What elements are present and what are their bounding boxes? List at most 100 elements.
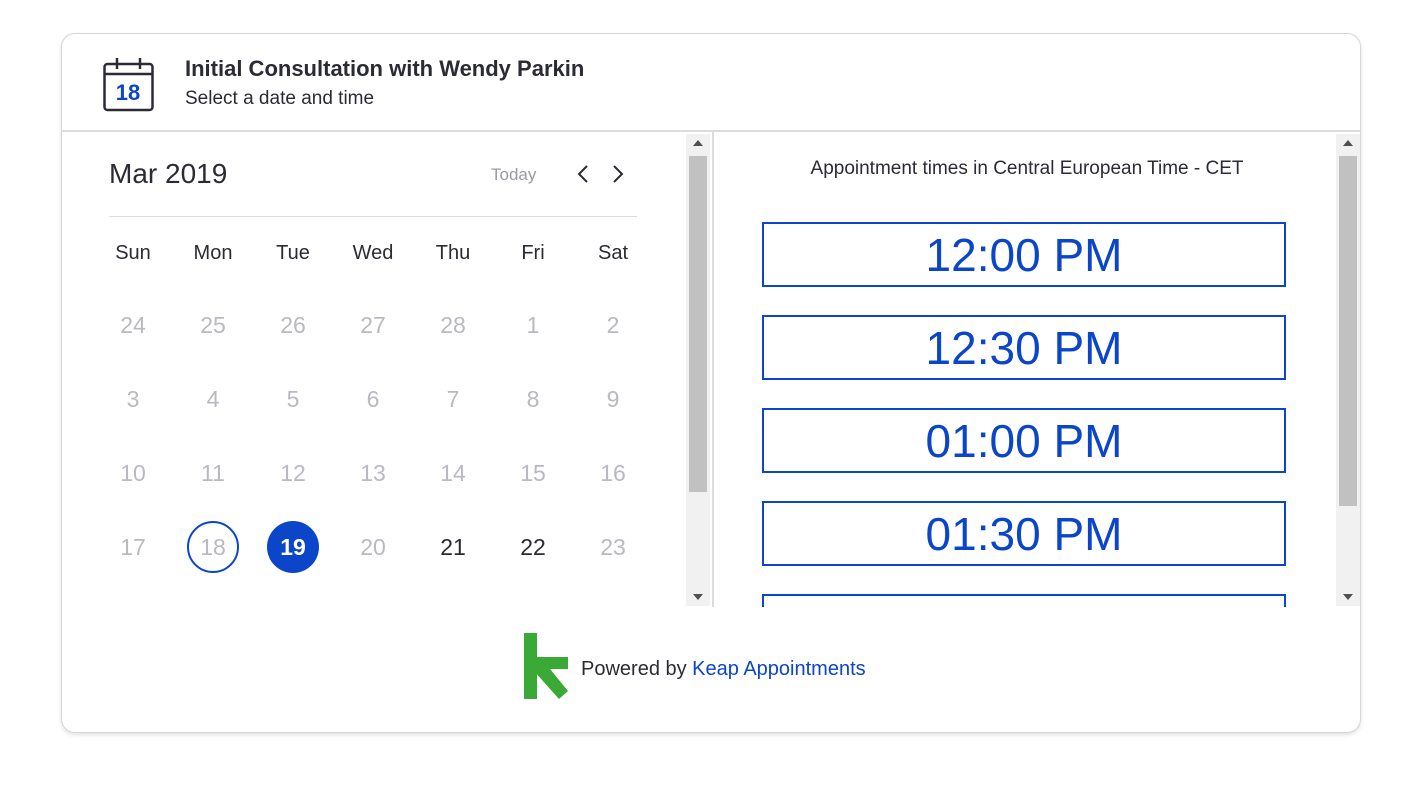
times-pane: Appointment times in Central European Ti… bbox=[712, 132, 1360, 607]
calendar-grid: 24 25 26 27 28 1 2 3 4 5 6 7 8 9 10 11 12 13 14 15 16 17 18 19 2… bbox=[93, 298, 653, 594]
calendar-day-number: 5 bbox=[286, 385, 300, 412]
calendar-pane: Mar 2019 Today Sun Mon Tue Wed Thu Fri Sat 24 2… bbox=[62, 132, 710, 607]
calendar-day: 13 bbox=[333, 446, 413, 500]
calendar-day-number: 3 bbox=[126, 385, 140, 412]
calendar-day-number: 12 bbox=[280, 459, 306, 486]
time-slot-button[interactable]: 01:30 PM bbox=[762, 501, 1286, 566]
calendar-day: 1 bbox=[493, 298, 573, 352]
calendar-day: 28 bbox=[413, 298, 493, 352]
time-slot-button[interactable]: 12:00 PM bbox=[762, 222, 1286, 287]
weekday-header-row: Sun Mon Tue Wed Thu Fri Sat bbox=[93, 242, 653, 265]
weekday-label: Sun bbox=[115, 242, 151, 264]
calendar-day-number: 28 bbox=[440, 311, 466, 338]
calendar-day-number: 22 bbox=[520, 533, 546, 560]
calendar-day-number: 4 bbox=[206, 385, 220, 412]
calendar-day: 16 bbox=[573, 446, 653, 500]
calendar-day: 27 bbox=[333, 298, 413, 352]
booking-header: 18 Initial Consultation with Wendy Parki… bbox=[62, 34, 1360, 132]
weekday-label: Wed bbox=[352, 242, 394, 264]
footer: Powered by Keap Appointments bbox=[62, 607, 1360, 732]
calendar-week-row: 10 11 12 13 14 15 16 bbox=[93, 446, 653, 520]
calendar-day: 14 bbox=[413, 446, 493, 500]
calendar-day: 5 bbox=[253, 372, 333, 426]
calendar-day: 6 bbox=[333, 372, 413, 426]
prev-month-button[interactable] bbox=[573, 160, 593, 188]
calendar-day-number: 9 bbox=[606, 385, 620, 412]
calendar-day: 24 bbox=[93, 298, 173, 352]
calendar-week-row: 17 18 19 20 21 22 23 bbox=[93, 520, 653, 594]
keap-logo-icon bbox=[524, 633, 570, 701]
chevron-right-icon bbox=[613, 165, 624, 183]
time-slot-list: Appointment times in Central European Ti… bbox=[714, 132, 1338, 607]
time-slot-button[interactable]: 12:30 PM bbox=[762, 315, 1286, 380]
calendar-day-selected[interactable]: 19 bbox=[253, 520, 333, 574]
powered-by-text: Powered by Keap Appointments bbox=[581, 658, 866, 681]
calendar-day: 20 bbox=[333, 520, 413, 574]
calendar-day: 17 bbox=[93, 520, 173, 574]
calendar-day: 11 bbox=[173, 446, 253, 500]
event-subtitle: Select a date and time bbox=[185, 88, 375, 109]
calendar-day-number: 7 bbox=[446, 385, 460, 412]
calendar-divider bbox=[109, 216, 637, 217]
calendar-day-number: 13 bbox=[360, 459, 386, 486]
calendar-scrollbar[interactable] bbox=[686, 134, 710, 606]
calendar-day: 4 bbox=[173, 372, 253, 426]
calendar-day-number: 6 bbox=[366, 385, 380, 412]
month-label: Mar 2019 bbox=[109, 158, 228, 189]
chevron-left-icon bbox=[577, 165, 588, 183]
calendar-day: 10 bbox=[93, 446, 173, 500]
scroll-down-arrow-icon[interactable] bbox=[1336, 588, 1360, 606]
calendar-day-today: 18 bbox=[173, 520, 253, 574]
calendar-day-number: 26 bbox=[280, 311, 306, 338]
calendar-day-number: 19 bbox=[267, 521, 319, 573]
calendar-day: 25 bbox=[173, 298, 253, 352]
calendar-day: 12 bbox=[253, 446, 333, 500]
calendar-day-number: 15 bbox=[520, 459, 546, 486]
times-scrollbar[interactable] bbox=[1336, 134, 1360, 606]
next-month-button[interactable] bbox=[608, 160, 628, 188]
powered-by-label: Powered by bbox=[581, 658, 693, 680]
calendar-day: 9 bbox=[573, 372, 653, 426]
calendar-week-row: 24 25 26 27 28 1 2 bbox=[93, 298, 653, 372]
times-scroll-thumb[interactable] bbox=[1339, 156, 1357, 506]
weekday-label: Mon bbox=[193, 242, 233, 264]
calendar-icon: 18 bbox=[103, 56, 155, 112]
scroll-up-arrow-icon[interactable] bbox=[686, 134, 710, 152]
calendar-day-number: 24 bbox=[120, 311, 146, 338]
calendar-scroll-thumb[interactable] bbox=[689, 156, 707, 492]
calendar-day: 15 bbox=[493, 446, 573, 500]
calendar-day-number: 27 bbox=[360, 311, 386, 338]
booking-card: 18 Initial Consultation with Wendy Parki… bbox=[61, 33, 1361, 733]
scroll-down-arrow-icon[interactable] bbox=[686, 588, 710, 606]
calendar-day-number: 1 bbox=[526, 311, 540, 338]
calendar-day-number: 25 bbox=[200, 311, 226, 338]
calendar-icon-day: 18 bbox=[115, 80, 141, 105]
weekday-label: Thu bbox=[435, 242, 471, 264]
today-button[interactable]: Today bbox=[491, 165, 536, 185]
calendar-day-number: 14 bbox=[440, 459, 466, 486]
calendar-day-number: 17 bbox=[120, 533, 146, 560]
keap-appointments-link[interactable]: Keap Appointments bbox=[692, 658, 865, 680]
weekday-label: Tue bbox=[276, 242, 310, 264]
calendar-day: 23 bbox=[573, 520, 653, 574]
calendar-day: 2 bbox=[573, 298, 653, 352]
calendar-day-number: 10 bbox=[120, 459, 146, 486]
weekday-label: Fri bbox=[521, 242, 545, 264]
calendar-day-number: 20 bbox=[360, 533, 386, 560]
calendar-day[interactable]: 21 bbox=[413, 520, 493, 574]
event-title: Initial Consultation with Wendy Parkin bbox=[185, 56, 585, 81]
calendar-day-number: 2 bbox=[606, 311, 620, 338]
calendar-day: 26 bbox=[253, 298, 333, 352]
calendar-day: 7 bbox=[413, 372, 493, 426]
calendar-week-row: 3 4 5 6 7 8 9 bbox=[93, 372, 653, 446]
calendar-day: 8 bbox=[493, 372, 573, 426]
scroll-up-arrow-icon[interactable] bbox=[1336, 134, 1360, 152]
time-slot-button[interactable] bbox=[762, 594, 1286, 607]
calendar-day-number: 21 bbox=[440, 533, 466, 560]
calendar-day-number: 18 bbox=[187, 521, 239, 573]
calendar-day-number: 8 bbox=[526, 385, 540, 412]
calendar-day[interactable]: 22 bbox=[493, 520, 573, 574]
time-slot-button[interactable]: 01:00 PM bbox=[762, 408, 1286, 473]
calendar-day-number: 11 bbox=[201, 459, 225, 486]
calendar-day: 3 bbox=[93, 372, 173, 426]
